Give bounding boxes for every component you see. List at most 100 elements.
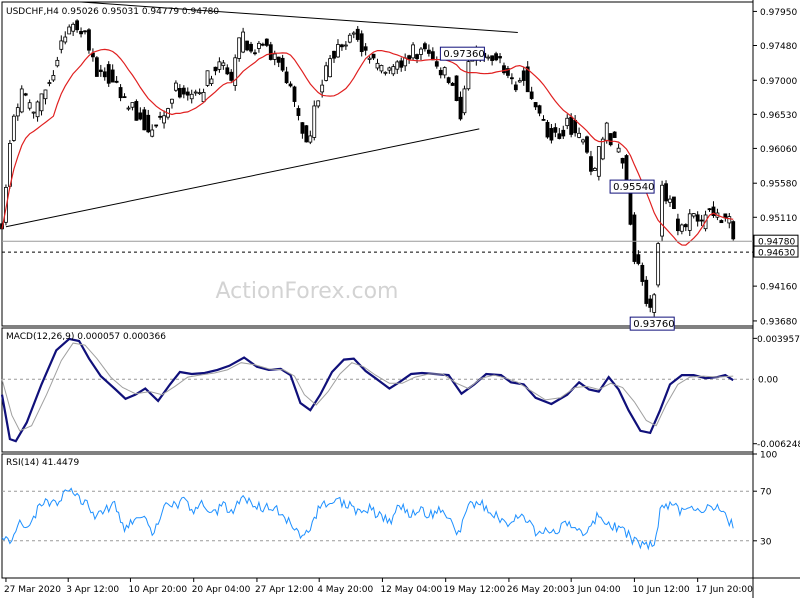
price-y-tick-label: 0.97480 <box>760 42 797 52</box>
candle-body <box>596 146 601 177</box>
x-tick-label: 20 Apr 04:00 <box>192 585 251 595</box>
candle-body <box>466 61 471 90</box>
candle-body <box>438 69 443 76</box>
candle-body <box>399 60 404 68</box>
candle-body <box>359 33 364 53</box>
candle-body <box>446 77 451 83</box>
candle-body <box>260 43 265 46</box>
candle-body <box>229 71 234 81</box>
candle-body <box>138 112 143 120</box>
candle-body <box>391 66 396 75</box>
candle-body <box>98 69 103 73</box>
candle-body <box>126 107 131 110</box>
price-annotation-label: 0.97360 <box>443 49 484 60</box>
candle-body <box>284 71 289 84</box>
candle-body <box>304 125 309 143</box>
candle-body <box>39 93 44 112</box>
candle-body <box>569 116 574 135</box>
candle-body <box>343 44 348 47</box>
candle-body <box>494 53 498 61</box>
candle-body <box>75 20 79 31</box>
candle-body <box>59 40 64 50</box>
candle-body <box>498 56 502 59</box>
candle-body <box>537 105 542 114</box>
price-y-tick-label: 0.95110 <box>760 214 797 224</box>
candle-body <box>683 224 688 228</box>
candle-body <box>162 115 166 124</box>
candle-body <box>608 133 613 146</box>
candle-body <box>676 218 680 232</box>
price-y-tick-label: 0.93680 <box>760 317 797 327</box>
candle-body <box>15 107 20 117</box>
candle-body <box>55 59 60 67</box>
candle-body <box>423 43 427 50</box>
candle-body <box>585 136 589 153</box>
candle-body <box>134 101 139 121</box>
candle-body <box>442 67 447 76</box>
candle-body <box>253 52 257 55</box>
candle-body <box>19 88 24 113</box>
candle-body <box>521 70 526 81</box>
candle-body <box>363 46 368 51</box>
candle-body <box>185 91 190 96</box>
x-tick-label: 3 Apr 12:00 <box>66 585 119 595</box>
forex-chart-window: ActionForex.com 0.97950 0.97480 0.97000 0.96… <box>0 0 800 600</box>
candle-body <box>150 129 155 137</box>
price-annotation-label: 0.93760 <box>633 319 674 330</box>
candle-body <box>340 44 344 48</box>
candle-body <box>395 61 400 70</box>
candle-body <box>320 84 325 93</box>
candle-body <box>47 82 52 84</box>
candle-body <box>300 122 305 134</box>
candle-body <box>648 298 653 308</box>
candle-body <box>35 101 40 118</box>
candle-body <box>581 139 585 143</box>
candle-body <box>371 53 376 59</box>
candle-body <box>11 115 16 141</box>
candle-body <box>565 117 570 127</box>
rsi-y-tick-label: 70 <box>760 488 772 498</box>
candle-body <box>553 127 558 133</box>
candle-body <box>63 36 68 43</box>
candle-body <box>83 30 87 33</box>
candle-body <box>557 133 562 139</box>
price-y-tick-label: 0.97000 <box>760 77 797 87</box>
candle-body <box>731 221 736 240</box>
candle-body <box>383 71 388 74</box>
candle-body <box>387 67 392 71</box>
candle-body <box>308 135 313 143</box>
candle-body <box>375 62 380 69</box>
candle-body <box>276 56 281 63</box>
candle-body <box>419 48 423 55</box>
candle-body <box>589 156 593 172</box>
candle-body <box>549 128 554 141</box>
candle-body <box>426 49 431 54</box>
candle-body <box>707 208 712 211</box>
candle-body <box>31 111 36 114</box>
candle-body <box>51 75 56 81</box>
candle-body <box>502 65 506 74</box>
price-y-tick-label: 0.95580 <box>760 180 797 190</box>
candle-body <box>509 77 514 80</box>
candle-body <box>490 55 495 61</box>
candle-body <box>87 29 91 51</box>
candle-body <box>245 40 249 51</box>
candle-body <box>114 80 119 83</box>
candle-body <box>79 30 83 35</box>
candle-body <box>652 294 657 313</box>
candle-body <box>158 115 163 118</box>
candle-body <box>577 132 581 138</box>
candle-body <box>154 124 159 127</box>
candle-body <box>332 50 336 59</box>
support-price-label: 0.94630 <box>758 249 795 259</box>
candle-body <box>411 44 415 59</box>
candle-body <box>430 51 435 61</box>
candle-body <box>312 105 317 138</box>
candle-body <box>561 129 566 137</box>
candle-body <box>668 198 672 203</box>
candle-body <box>367 57 372 60</box>
candle-body <box>355 28 360 40</box>
candle-body <box>225 67 230 75</box>
candle-body <box>616 147 621 153</box>
candle-body <box>146 114 151 133</box>
